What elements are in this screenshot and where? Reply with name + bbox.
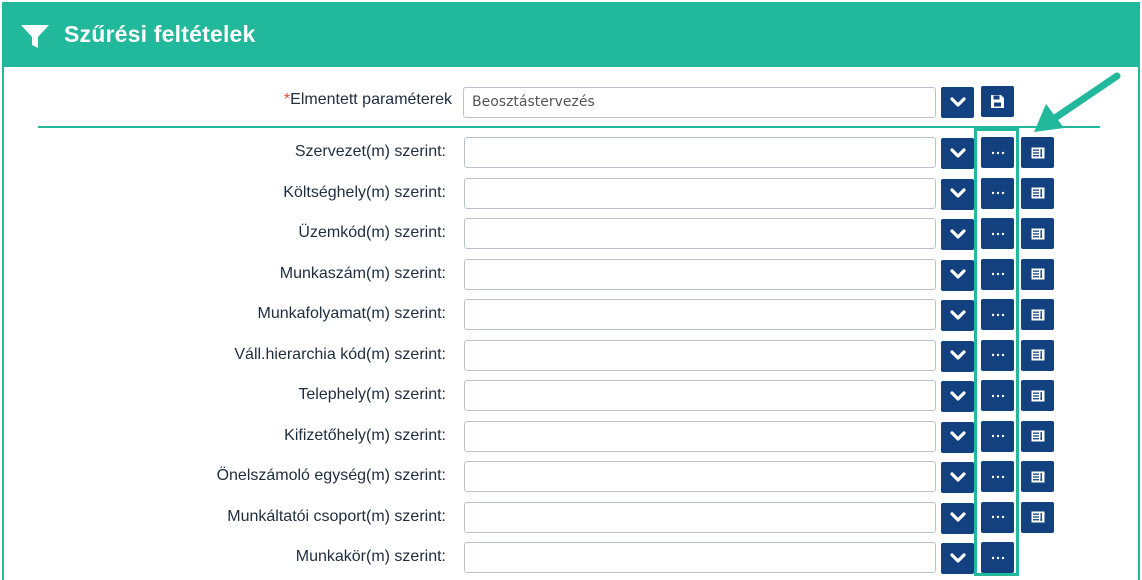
filter-label: Üzemkód(m) szerint: [298,224,446,241]
filter-dropdown-button[interactable] [941,502,974,534]
filter-label: Telephely(m) szerint: [298,386,446,403]
filter-label: Munkafolyamat(m) szerint: [257,305,447,322]
chevron-down-icon [949,552,966,563]
chevron-down-icon [949,96,966,107]
filter-list-button[interactable] [1021,258,1054,290]
filter-dropdown-button[interactable] [941,138,974,169]
filter-input[interactable] [464,501,936,533]
annotation-arrow [1034,72,1121,132]
filter-dropdown-button[interactable] [941,259,974,291]
filter-label: Munkakör(m) szerint: [295,548,446,565]
section-divider [38,126,1100,128]
panel-header: Szűrési feltételek [4,4,1138,67]
filter-icon [21,25,49,48]
filter-list-button[interactable] [1021,420,1054,452]
filter-dropdown-button[interactable] [941,340,974,372]
filter-dropdown-button[interactable] [941,219,974,250]
chevron-down-icon [949,147,966,158]
filter-input[interactable] [464,420,936,452]
filter-list-button[interactable] [1021,177,1054,209]
chevron-down-icon [949,350,966,360]
filter-input[interactable] [464,177,936,209]
filter-input[interactable] [464,461,936,492]
chevron-down-icon [949,512,966,522]
saved-params-label-text: Elmentett paraméterek [290,91,452,108]
chevron-down-icon [949,431,966,441]
filter-list-button[interactable] [1021,501,1054,533]
filter-label: Váll.hierarchia kód(m) szerint: [234,345,446,363]
filter-dropdown-button[interactable] [941,300,974,331]
filter-dropdown-button[interactable] [941,462,974,493]
list-detail-icon [1031,187,1044,199]
filter-label: Munkaszám(m) szerint: [279,264,446,282]
chevron-down-icon [949,471,966,482]
highlight-box [974,128,1019,576]
filter-input[interactable] [464,258,936,290]
save-icon [991,95,1004,108]
saved-params-select[interactable]: Beosztástervezés [463,87,936,118]
filter-input[interactable] [464,299,936,330]
panel-title: Szűrési feltételek [64,21,256,47]
list-detail-icon [1031,309,1044,320]
list-detail-icon [1031,430,1044,442]
saved-params-label: *Elmentett paraméterek [284,91,452,109]
filter-input[interactable] [464,137,936,168]
filter-label: Költséghely(m) szerint: [283,183,446,201]
filter-input[interactable] [464,218,936,249]
filter-list-button[interactable] [1021,380,1054,411]
chevron-down-icon [949,269,966,279]
filter-dropdown-button[interactable] [941,421,974,453]
chevron-down-icon [949,188,966,198]
filter-dropdown-button[interactable] [941,178,974,210]
chevron-down-icon [949,228,966,239]
filter-label: Szervezet(m) szerint: [294,143,446,160]
chevron-down-icon [949,390,966,401]
filter-label: Munkáltatói csoport(m) szerint: [227,507,446,525]
list-detail-icon [1031,228,1044,239]
saved-params-dropdown-button[interactable] [941,87,974,118]
list-detail-icon [1031,471,1044,482]
list-detail-icon [1031,511,1044,523]
filter-input[interactable] [464,339,936,371]
save-params-button[interactable] [981,86,1014,117]
list-detail-icon [1031,390,1044,401]
filter-label: Kifizetőhely(m) szerint: [284,426,446,444]
filter-dropdown-button[interactable] [941,381,974,412]
filter-list-button[interactable] [1021,339,1054,371]
filter-dropdown-button[interactable] [941,543,974,574]
filter-list-button[interactable] [1021,218,1054,249]
list-detail-icon [1031,349,1044,361]
filter-list-button[interactable] [1021,299,1054,330]
chevron-down-icon [949,309,966,320]
filter-input[interactable] [464,542,936,573]
list-detail-icon [1031,268,1044,280]
filter-list-button[interactable] [1021,461,1054,492]
filter-input[interactable] [464,380,936,411]
filter-label: Önelszámoló egység(m) szerint: [216,467,446,484]
